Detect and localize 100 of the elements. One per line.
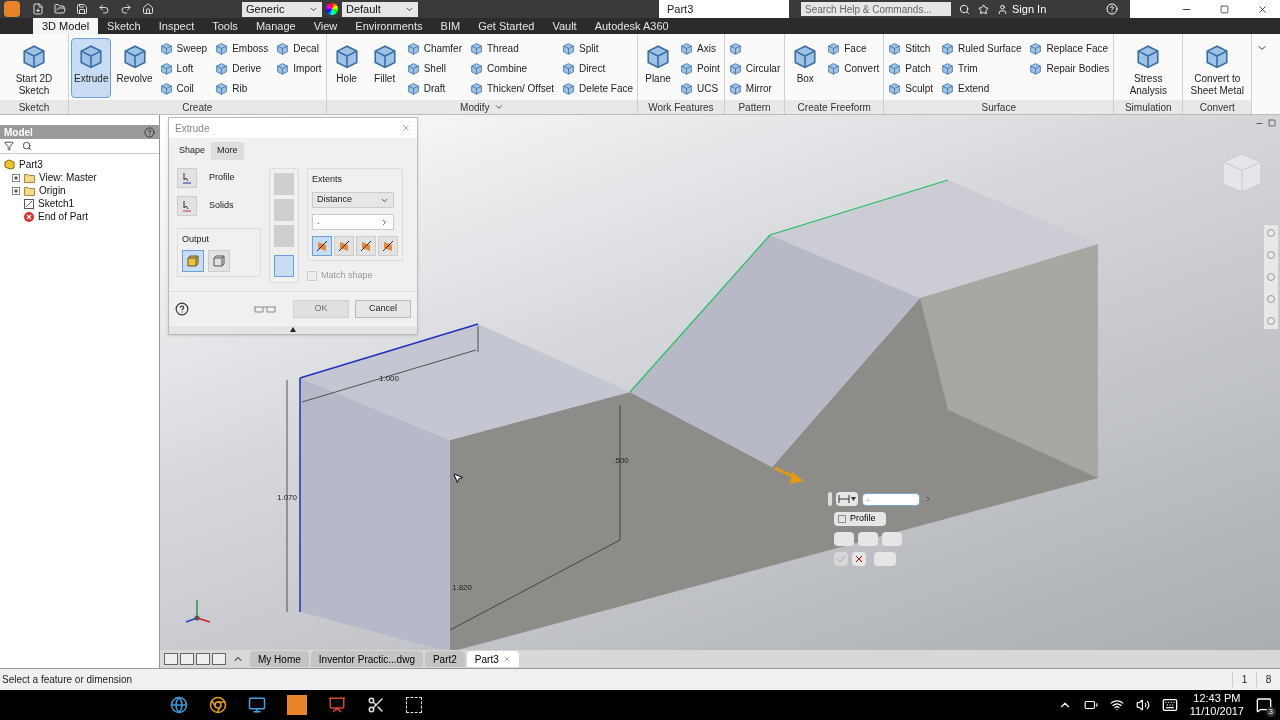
battery-icon[interactable] (1083, 698, 1098, 712)
document-tab[interactable]: Part3 (466, 651, 519, 667)
ribbon-tool[interactable]: Shell (404, 58, 464, 78)
home-icon[interactable] (142, 3, 154, 15)
ribbon-tab[interactable]: Sketch (98, 18, 150, 34)
filter-icon[interactable] (4, 141, 14, 151)
ribbon-tool[interactable]: Circular (726, 58, 783, 78)
handle-icon[interactable] (828, 492, 832, 506)
keyboard-icon[interactable] (1161, 697, 1178, 713)
ribbon-tool[interactable]: Rib (213, 78, 271, 98)
restore-icon[interactable] (1268, 119, 1276, 127)
close-icon[interactable] (852, 552, 866, 566)
selector-button[interactable] (177, 195, 197, 216)
help-icon[interactable] (175, 301, 189, 316)
close-icon[interactable] (1257, 3, 1268, 15)
direction-button[interactable] (378, 236, 398, 256)
wifi-icon[interactable] (1109, 698, 1124, 712)
appearance-dropdown[interactable]: Default (342, 1, 418, 17)
ribbon-tab[interactable]: Manage (246, 18, 305, 34)
ribbon-tab[interactable]: Tools (203, 18, 247, 34)
color-wheel-icon[interactable] (326, 3, 338, 15)
ribbon-tool[interactable]: Direct (560, 58, 635, 78)
solid-output-button[interactable] (182, 250, 204, 272)
search-icon[interactable] (959, 3, 970, 15)
selection-icon[interactable] (406, 697, 422, 713)
ribbon-tool[interactable]: Convert (825, 58, 882, 78)
ribbon-tool[interactable]: Stress Analysis (1116, 38, 1181, 98)
ribbon-tool[interactable]: Decal (274, 38, 324, 58)
ribbon-tool[interactable]: Extend (939, 78, 1024, 98)
undo-icon[interactable] (98, 3, 110, 15)
selector-button[interactable] (177, 167, 197, 188)
extents-dropdown[interactable]: Distance (312, 192, 394, 208)
notification-icon[interactable] (1256, 697, 1272, 713)
ribbon-tool[interactable]: UCS (678, 78, 722, 98)
ribbon-tool[interactable]: Derive (213, 58, 271, 78)
ribbon-tool[interactable]: Emboss (213, 38, 271, 58)
ribbon-tool[interactable]: Ruled Surface (939, 38, 1024, 58)
ribbon-tool[interactable]: Import (274, 58, 324, 78)
expand-icon[interactable] (12, 186, 20, 195)
ribbon-tool[interactable]: Coil (157, 78, 210, 98)
presentation-icon[interactable] (328, 696, 346, 714)
scissors-icon[interactable] (367, 696, 385, 714)
open-icon[interactable] (54, 3, 66, 15)
ribbon-tool[interactable]: Thicken/ Offset (468, 78, 557, 98)
layout-icon[interactable] (196, 653, 210, 665)
document-tab[interactable]: My Home (250, 651, 309, 667)
redo-icon[interactable] (120, 3, 132, 15)
ribbon-tool[interactable]: Trim (939, 58, 1024, 78)
ribbon-tool[interactable]: Sweep (157, 38, 210, 58)
ribbon-tool[interactable]: Mirror (726, 78, 783, 98)
ribbon-tab[interactable]: BIM (431, 18, 470, 34)
ribbon-tool[interactable]: Box (787, 38, 824, 98)
save-icon[interactable] (76, 3, 88, 15)
material-dropdown[interactable]: Generic (242, 1, 322, 17)
ribbon-tool[interactable]: Axis (678, 38, 722, 58)
ribbon-tool[interactable]: Repair Bodies (1027, 58, 1112, 78)
ribbon-tool[interactable]: Replace Face (1027, 38, 1112, 58)
app-logo-icon[interactable] (4, 1, 20, 17)
ribbon-tab[interactable]: Get Started (469, 18, 544, 34)
chrome-icon[interactable] (209, 696, 227, 714)
new-file-icon[interactable] (32, 3, 44, 15)
tree-item[interactable]: Sketch1 (38, 196, 75, 211)
volume-icon[interactable] (1135, 698, 1150, 712)
ribbon-tool[interactable]: Stitch (886, 38, 936, 58)
tree-item[interactable]: Part3 (19, 157, 43, 172)
layout-icon[interactable] (180, 653, 194, 665)
ribbon-tab[interactable]: View (304, 18, 347, 34)
ribbon-tool[interactable]: Loft (157, 58, 210, 78)
ribbon-tool[interactable]: Chamfer (404, 38, 464, 58)
ribbon-tool[interactable]: Thread (468, 38, 557, 58)
ribbon-tool[interactable]: Revolve (113, 38, 156, 98)
ribbon-tab[interactable]: Autodesk A360 (585, 18, 678, 34)
profile-button[interactable]: Profile (834, 512, 886, 526)
ribbon-tab[interactable]: 3D Model (33, 18, 99, 34)
ribbon-tool[interactable]: Point (678, 58, 722, 78)
direction-button[interactable] (312, 236, 332, 256)
search-field[interactable]: Search Help & Commands... (801, 2, 951, 16)
layout-icon[interactable] (164, 653, 178, 665)
ribbon-tool[interactable]: Delete Face (560, 78, 635, 98)
ribbon-tool[interactable]: Split (560, 38, 635, 58)
check-icon[interactable] (834, 552, 848, 566)
ribbon-tool[interactable]: Fillet (366, 38, 403, 98)
tree-item[interactable]: Origin (39, 183, 66, 198)
distance-field[interactable]: . (312, 214, 394, 230)
browser-icon[interactable] (170, 696, 188, 714)
direction-button[interactable] (356, 236, 376, 256)
ribbon-tab[interactable]: Inspect (149, 18, 204, 34)
measure-icon[interactable] (836, 492, 858, 506)
ribbon-tab[interactable]: Environments (346, 18, 432, 34)
ribbon-tool[interactable]: Combine (468, 58, 557, 78)
user-icon[interactable] (997, 3, 1008, 15)
caret-icon[interactable] (493, 102, 504, 112)
chevron-right-icon[interactable] (380, 217, 389, 227)
ribbon-tool[interactable]: Convert to Sheet Metal (1185, 38, 1250, 98)
dialog-tab[interactable]: More (211, 142, 244, 160)
document-tab[interactable]: Part2 (424, 651, 465, 667)
maximize-icon[interactable] (1220, 4, 1229, 14)
sign-in-button[interactable]: Sign In (1012, 0, 1082, 18)
ribbon-tool[interactable]: Start 2D Sketch (2, 38, 66, 98)
document-tab[interactable]: Inventor Practic...dwg (310, 651, 423, 667)
